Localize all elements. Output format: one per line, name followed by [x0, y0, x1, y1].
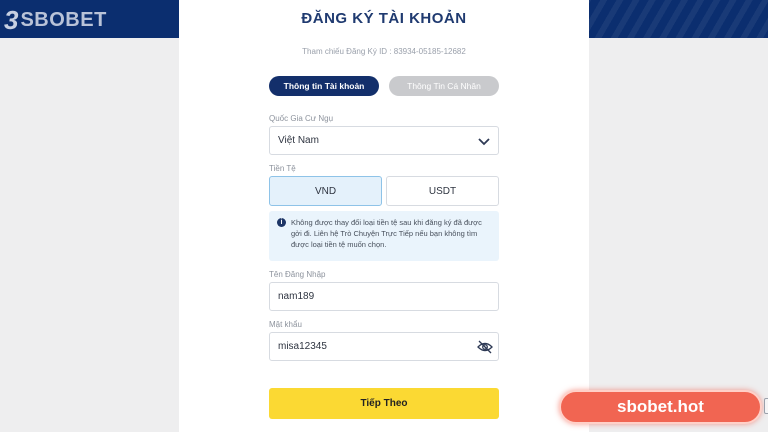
edge-button[interactable] — [764, 398, 768, 414]
registration-reference: Tham chiếu Đăng Ký ID : 83934-05185-1268… — [302, 47, 466, 56]
logo-text: SBOBET — [20, 8, 107, 31]
next-button[interactable]: Tiếp Theo — [269, 388, 499, 419]
step-personal-info[interactable]: Thông Tin Cá Nhân — [389, 76, 499, 96]
country-label: Quốc Gia Cư Ngụ — [269, 114, 334, 123]
currency-option-label: VND — [314, 185, 337, 197]
notice-text: Không được thay đổi loại tiền tệ sau khi… — [291, 218, 482, 249]
logo-mark: 3 — [4, 4, 19, 35]
password-label: Mật khẩu — [269, 320, 302, 329]
chevron-down-icon — [478, 138, 490, 146]
watermark-text: sbobet.hot — [617, 397, 704, 416]
header-stripes — [568, 0, 768, 38]
step-account-info[interactable]: Thông tin Tài khoản — [269, 76, 379, 96]
step-label: Thông Tin Cá Nhân — [407, 81, 481, 91]
step-label: Thông tin Tài khoản — [283, 81, 365, 91]
password-input[interactable]: misa12345 — [269, 332, 499, 361]
sbobet-logo[interactable]: 3 SBOBET — [4, 4, 107, 35]
password-value: misa12345 — [278, 341, 327, 352]
page-title: ĐĂNG KÝ TÀI KHOẢN — [301, 10, 467, 27]
info-icon: i — [277, 218, 286, 227]
country-select[interactable]: Việt Nam — [269, 126, 499, 155]
currency-label: Tiền Tệ — [269, 164, 296, 173]
next-button-label: Tiếp Theo — [360, 398, 408, 409]
watermark-badge: sbobet.hot — [559, 390, 762, 424]
username-input[interactable]: nam189 — [269, 282, 499, 311]
currency-usdt-button[interactable]: USDT — [386, 176, 499, 206]
username-value: nam189 — [278, 291, 315, 302]
currency-vnd-button[interactable]: VND — [269, 176, 382, 206]
currency-notice: i Không được thay đổi loại tiền tệ sau k… — [269, 211, 499, 261]
username-label: Tên Đăng Nhập — [269, 270, 326, 279]
currency-option-label: USDT — [428, 185, 457, 197]
registration-card: ĐĂNG KÝ TÀI KHOẢN Tham chiếu Đăng Ký ID … — [179, 0, 589, 432]
country-value: Việt Nam — [278, 135, 319, 146]
eye-slash-icon[interactable] — [477, 340, 493, 354]
